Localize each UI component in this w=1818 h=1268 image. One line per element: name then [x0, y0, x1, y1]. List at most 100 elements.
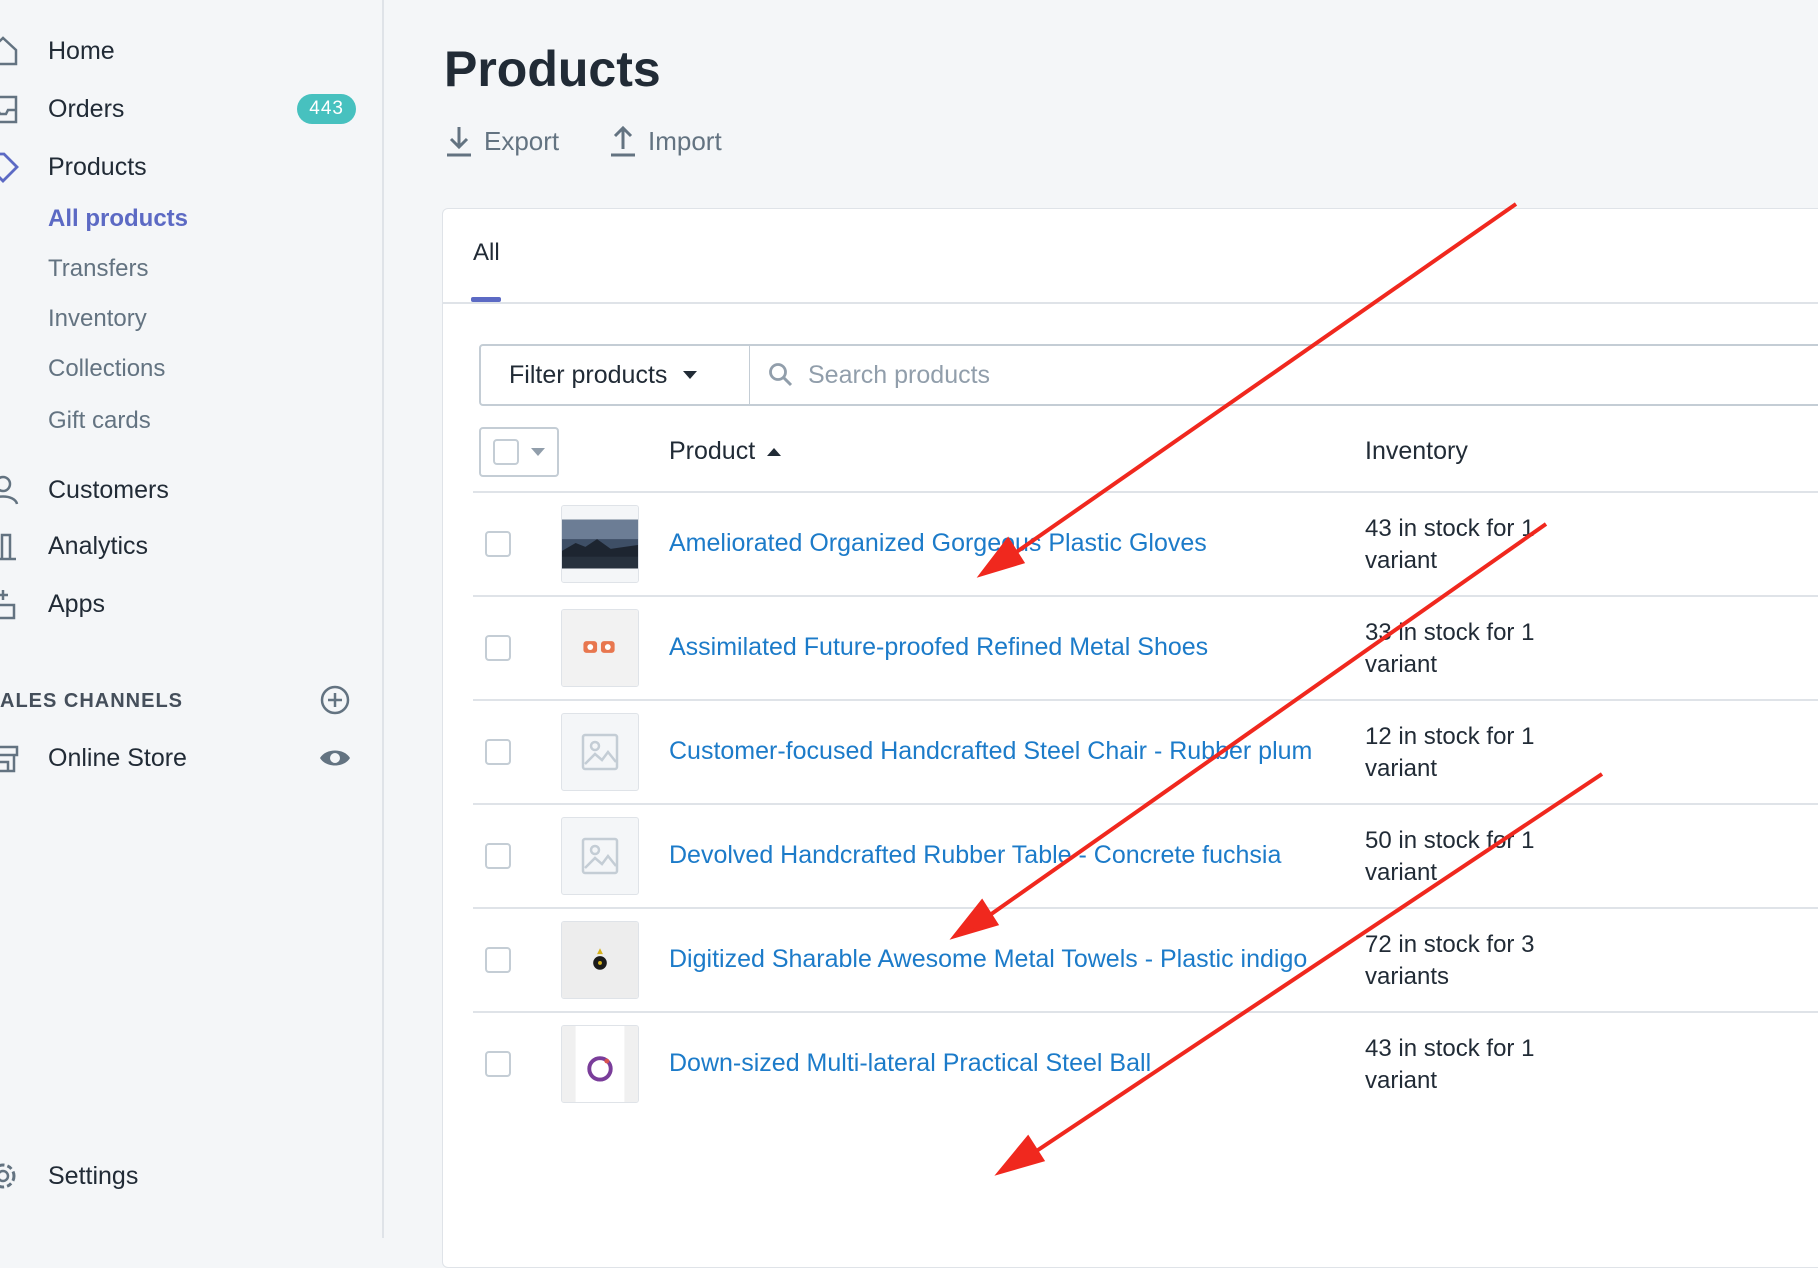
product-name-link[interactable]: Customer-focused Handcrafted Steel Chair…: [669, 737, 1312, 766]
inventory-column-header: Inventory: [1365, 437, 1468, 465]
sidebar-item-analytics[interactable]: Analytics: [0, 520, 384, 572]
row-checkbox[interactable]: [485, 739, 511, 765]
sidebar-item-label: Settings: [48, 1161, 139, 1190]
table-header: Product Inventory: [443, 427, 1818, 501]
search-input[interactable]: [806, 359, 1710, 391]
sales-channels-heading: ALES CHANNELS: [0, 690, 184, 712]
product-column-label: Product: [669, 437, 756, 465]
bulk-select-dropdown[interactable]: [479, 427, 559, 477]
inventory-line: 43 in stock for 1: [1365, 1035, 1535, 1062]
page-title: Products: [444, 41, 661, 97]
product-name-link[interactable]: Digitized Sharable Awesome Metal Towels …: [669, 945, 1307, 974]
gear-icon: [0, 1159, 20, 1193]
sidebar-subitem-inventory[interactable]: Inventory: [48, 305, 147, 333]
filter-products-label: Filter products: [509, 360, 668, 389]
image-placeholder-icon: [561, 817, 639, 895]
inventory-status: 72 in stock for 3 variants: [1365, 929, 1565, 993]
products-card: All Filter products Product Inventory: [442, 208, 1818, 1268]
inventory-line: 50 in stock for 1: [1365, 827, 1535, 854]
table-row[interactable]: Assimilated Future-proofed Refined Metal…: [473, 595, 1818, 701]
apps-icon: [0, 587, 20, 621]
sidebar-subitem-transfers[interactable]: Transfers: [48, 255, 148, 283]
sidebar-item-label: Products: [48, 152, 147, 181]
product-thumbnail-landscape: [561, 505, 639, 583]
store-icon: [0, 741, 20, 775]
sidebar-item-customers[interactable]: Customers: [0, 464, 384, 516]
row-checkbox[interactable]: [485, 947, 511, 973]
product-thumbnail-shoes: [561, 609, 639, 687]
sidebar-item-apps[interactable]: Apps: [0, 578, 384, 630]
sidebar-item-label: Orders: [48, 94, 125, 123]
table-row[interactable]: Down-sized Multi-lateral Practical Steel…: [473, 1011, 1818, 1117]
product-name-link[interactable]: Devolved Handcrafted Rubber Table - Conc…: [669, 841, 1281, 870]
inventory-line: 72 in stock for 3: [1365, 931, 1535, 958]
orders-icon: [0, 92, 20, 126]
sidebar-item-orders[interactable]: Orders 443: [0, 83, 384, 135]
main-content: Products Export Import All Filter produc…: [384, 0, 1818, 1268]
orders-count-badge: 443: [297, 94, 356, 124]
product-thumbnail-ring: [561, 1025, 639, 1103]
import-label: Import: [648, 125, 722, 156]
sidebar-item-label: Customers: [48, 475, 169, 504]
row-checkbox[interactable]: [485, 843, 511, 869]
table-row[interactable]: Ameliorated Organized Gorgeous Plastic G…: [473, 491, 1818, 597]
sidebar-item-settings[interactable]: Settings: [0, 1150, 384, 1202]
inventory-status: 43 in stock for 1 variant: [1365, 513, 1565, 577]
tab-all[interactable]: All: [473, 239, 500, 267]
sidebar-subitem-collections[interactable]: Collections: [48, 355, 165, 383]
inventory-status: 43 in stock for 1 variant: [1365, 1033, 1565, 1097]
inventory-status: 33 in stock for 1 variant: [1365, 617, 1565, 681]
search-box[interactable]: [749, 344, 1818, 406]
table-row[interactable]: Devolved Handcrafted Rubber Table - Conc…: [473, 803, 1818, 909]
inventory-line: 12 in stock for 1: [1365, 723, 1535, 750]
inventory-line: variant: [1365, 755, 1438, 782]
product-name-link[interactable]: Down-sized Multi-lateral Practical Steel…: [669, 1049, 1151, 1078]
import-button[interactable]: Import: [608, 124, 722, 158]
select-all-checkbox[interactable]: [493, 439, 519, 465]
view-store-eye-icon[interactable]: [318, 741, 352, 775]
product-column-header[interactable]: Product: [669, 437, 782, 466]
inventory-line: variant: [1365, 547, 1438, 574]
inventory-line: 33 in stock for 1: [1365, 619, 1535, 646]
row-checkbox[interactable]: [485, 1051, 511, 1077]
inventory-line: variant: [1365, 651, 1438, 678]
image-placeholder-icon: [561, 713, 639, 791]
table-row[interactable]: Digitized Sharable Awesome Metal Towels …: [473, 907, 1818, 1013]
search-icon: [769, 363, 793, 387]
sidebar-item-label: Analytics: [48, 531, 149, 560]
row-checkbox[interactable]: [485, 531, 511, 557]
sidebar-item-label: Online Store: [48, 743, 187, 772]
sidebar-item-products[interactable]: Products: [0, 141, 384, 193]
product-thumbnail-bottle: [561, 921, 639, 999]
inventory-line: variant: [1365, 1067, 1438, 1094]
chevron-down-icon: [531, 448, 545, 456]
chevron-down-icon: [683, 371, 698, 379]
product-name-link[interactable]: Assimilated Future-proofed Refined Metal…: [669, 633, 1208, 662]
export-label: Export: [484, 125, 560, 156]
customers-icon: [0, 473, 20, 507]
inventory-status: 12 in stock for 1 variant: [1365, 721, 1565, 785]
inventory-line: variants: [1365, 963, 1450, 990]
product-name-link[interactable]: Ameliorated Organized Gorgeous Plastic G…: [669, 529, 1207, 558]
export-button[interactable]: Export: [444, 124, 559, 158]
home-icon: [0, 34, 20, 68]
download-icon: [447, 127, 471, 157]
sidebar-subitem-gift-cards[interactable]: Gift cards: [48, 407, 151, 435]
analytics-icon: [0, 529, 20, 563]
sidebar: Home Orders 443 Products All products Tr…: [0, 0, 384, 1238]
inventory-status: 50 in stock for 1 variant: [1365, 825, 1565, 889]
add-channel-icon[interactable]: [318, 683, 352, 717]
row-checkbox[interactable]: [485, 635, 511, 661]
filter-products-dropdown[interactable]: Filter products: [479, 344, 751, 406]
sidebar-item-label: Apps: [48, 589, 105, 618]
sidebar-item-label: Home: [48, 36, 115, 65]
sort-ascending-icon: [767, 447, 782, 456]
sidebar-item-home[interactable]: Home: [0, 25, 384, 77]
tag-icon: [0, 150, 20, 184]
table-row[interactable]: Customer-focused Handcrafted Steel Chair…: [473, 699, 1818, 805]
sidebar-subitem-all-products[interactable]: All products: [48, 205, 188, 233]
inventory-line: variant: [1365, 859, 1438, 886]
upload-icon: [611, 125, 635, 157]
tabs-divider: [443, 302, 1818, 304]
inventory-line: 43 in stock for 1: [1365, 515, 1535, 542]
